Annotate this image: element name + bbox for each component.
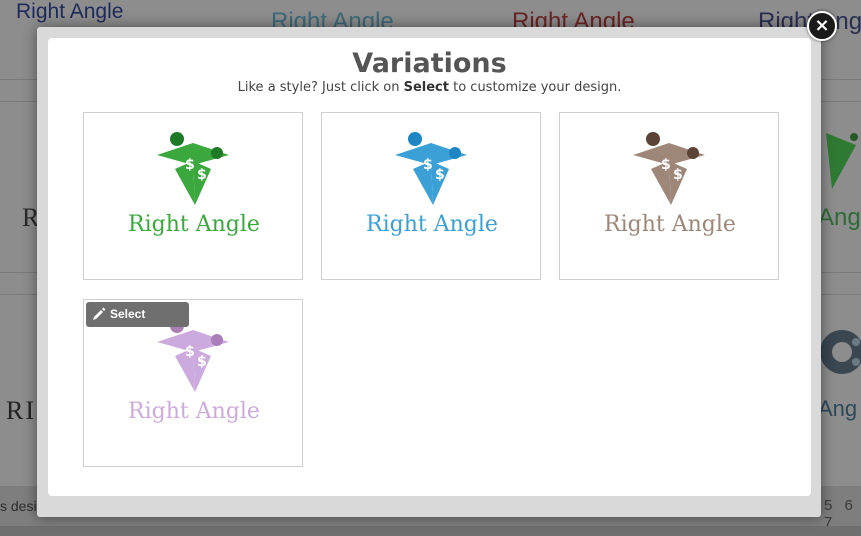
- bg-footer-text: s desi: [0, 498, 37, 514]
- svg-text:$: $: [185, 157, 195, 173]
- variation-card-blue[interactable]: $ $ Right Angle: [321, 112, 541, 280]
- brand-name: Right Angle: [366, 212, 498, 237]
- modal-subtitle: Like a style? Just click on Select to cu…: [48, 80, 811, 95]
- bg-logo-text-1: Right Angle: [16, 0, 124, 23]
- dollar-figure-logo-icon: $ $: [157, 319, 229, 392]
- svg-text:$: $: [197, 354, 207, 370]
- svg-text:$: $: [673, 167, 683, 183]
- close-icon: ×: [814, 15, 830, 36]
- select-button[interactable]: Select: [86, 302, 189, 327]
- svg-text:$: $: [661, 157, 671, 173]
- svg-text:$: $: [197, 167, 207, 183]
- svg-text:$: $: [185, 344, 195, 360]
- subtitle-prefix: Like a style? Just click on: [237, 80, 400, 95]
- brand-name: Right Angle: [128, 212, 260, 237]
- brand-name: Right Angle: [128, 399, 260, 424]
- close-button[interactable]: ×: [807, 11, 837, 41]
- svg-text:$: $: [423, 157, 433, 173]
- select-button-label: Select: [110, 307, 146, 321]
- modal-title: Variations: [352, 48, 507, 79]
- bg-logo-icon-right: [826, 133, 858, 189]
- pencil-icon: [93, 307, 106, 320]
- variation-card-purple[interactable]: $ $ Right Angle Select: [83, 299, 303, 467]
- dollar-figure-logo-icon: $ $: [395, 132, 467, 205]
- variation-card-green[interactable]: $ $ Right Angle: [83, 112, 303, 280]
- dollar-figure-logo-icon: $ $: [157, 132, 229, 205]
- svg-text:$: $: [435, 167, 445, 183]
- bg-side-text-right-1: Ang: [818, 204, 861, 231]
- variation-card-brown[interactable]: $ $ Right Angle: [559, 112, 779, 280]
- bg-gear-icon: [820, 330, 861, 374]
- variations-modal: Variations Like a style? Just click on S…: [48, 38, 811, 496]
- dollar-figure-logo-icon: $ $: [633, 132, 705, 205]
- bg-bottom-strip: [0, 526, 861, 536]
- subtitle-suffix: to customize your design.: [453, 80, 622, 95]
- bg-side-text-right-2: Ang: [818, 396, 858, 421]
- brand-name: Right Angle: [604, 212, 736, 237]
- subtitle-select-word: Select: [403, 80, 449, 95]
